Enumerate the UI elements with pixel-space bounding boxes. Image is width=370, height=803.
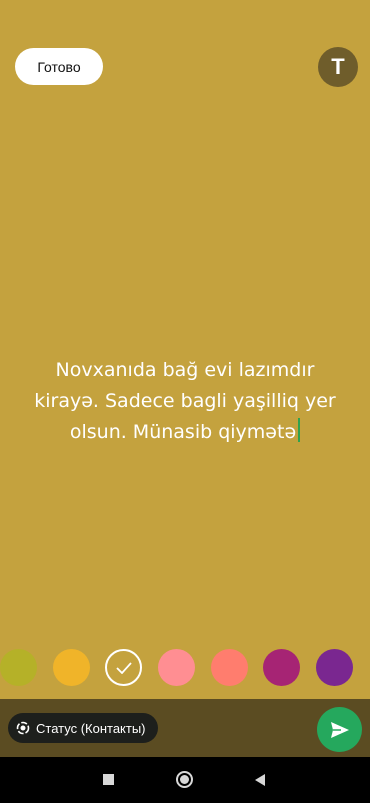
color-swatch-pink[interactable] bbox=[158, 649, 195, 686]
color-palette bbox=[0, 649, 370, 687]
color-swatch-olive[interactable] bbox=[0, 649, 37, 686]
status-text-editor[interactable]: Novxanıda bağ evi lazımdır kirayə. Sadec… bbox=[0, 355, 370, 448]
recents-square-icon[interactable] bbox=[103, 774, 114, 785]
audience-label: Статус (Контакты) bbox=[36, 720, 146, 736]
status-text-line: Novxanıda bağ evi lazımdır bbox=[55, 359, 315, 381]
text-cursor bbox=[298, 418, 301, 442]
send-button[interactable] bbox=[317, 707, 362, 752]
color-swatch-magenta[interactable] bbox=[263, 649, 300, 686]
home-circle-icon[interactable] bbox=[176, 771, 193, 788]
back-triangle-icon[interactable] bbox=[254, 773, 266, 787]
bottom-bar: Статус (Контакты) bbox=[0, 699, 370, 757]
color-swatch-coral[interactable] bbox=[211, 649, 248, 686]
system-navigation-bar bbox=[0, 757, 370, 803]
done-button[interactable]: Готово bbox=[15, 48, 103, 85]
color-swatch-selected[interactable] bbox=[105, 649, 142, 686]
status-ring-icon bbox=[16, 721, 30, 735]
color-swatch-amber[interactable] bbox=[53, 649, 90, 686]
status-text-line: kirayə. Sadece bagli yaşilliq yer bbox=[34, 390, 336, 412]
color-swatch-purple[interactable] bbox=[316, 649, 353, 686]
status-text-line: olsun. Münasib qiymətə bbox=[0, 417, 370, 448]
checkmark-icon bbox=[115, 661, 132, 674]
audience-selector[interactable]: Статус (Контакты) bbox=[8, 713, 158, 743]
send-arrow-icon bbox=[330, 721, 349, 738]
font-style-button[interactable]: T bbox=[318, 47, 358, 87]
